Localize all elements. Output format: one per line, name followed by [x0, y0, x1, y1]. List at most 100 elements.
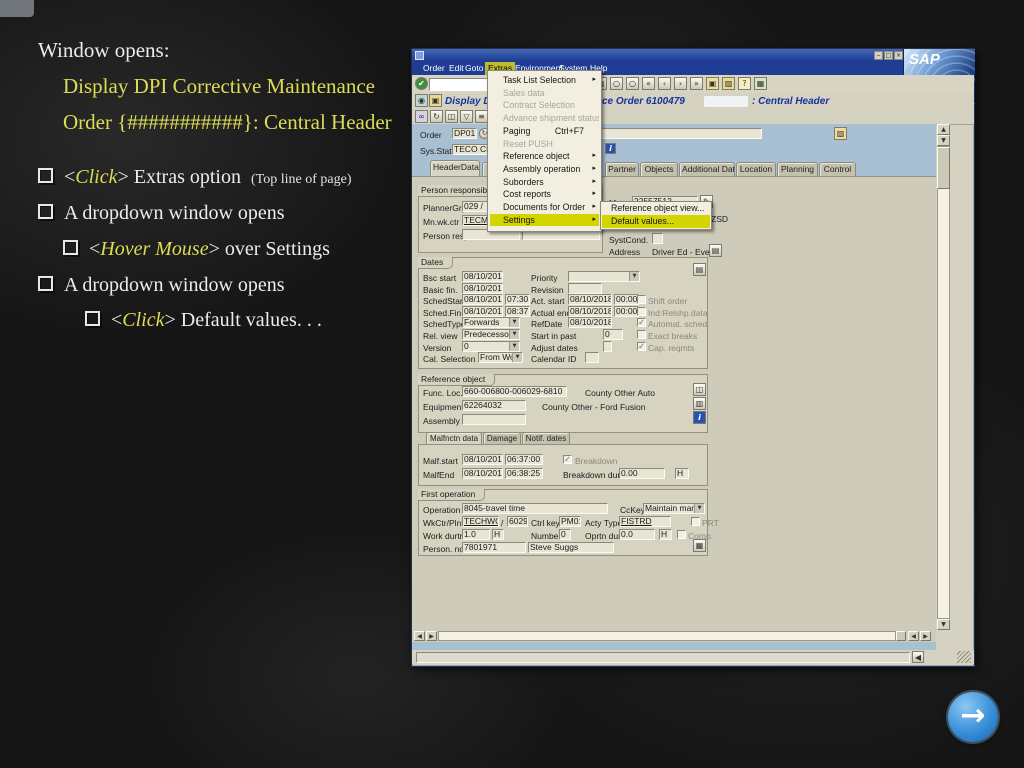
submenu-item-default-values[interactable]: Default values... — [602, 215, 710, 228]
info-icon[interactable]: i — [605, 143, 616, 154]
tab-additional-data[interactable]: Additional Data — [679, 162, 735, 176]
find-next-icon[interactable]: ○ — [626, 77, 639, 90]
combo-arrow-icon[interactable]: ▼ — [509, 318, 519, 327]
dates-field-cal-selection[interactable]: From Wor..▼ — [478, 352, 523, 363]
comp-checkbox[interactable] — [677, 530, 686, 539]
menubar-item-order[interactable]: Order — [420, 62, 448, 75]
dates-mid-time-actual-end[interactable]: 00:00 — [614, 306, 639, 317]
number-field[interactable]: 0 — [559, 529, 571, 540]
tab-objects[interactable]: Objects — [640, 162, 678, 176]
dates-field-sched-fin[interactable]: 08/10/2018 — [462, 306, 503, 317]
order-type-field[interactable]: DP01 — [452, 128, 477, 139]
minimize-icon[interactable]: ‒ — [874, 51, 883, 60]
scroll-up-icon[interactable]: ▲ — [937, 124, 950, 135]
scroll-left-icon[interactable]: ◀ — [414, 631, 425, 641]
object-icon[interactable]: ▣ — [429, 94, 442, 107]
tab-location[interactable]: Location — [736, 162, 776, 176]
dates-field-schedstart[interactable]: 08/10/2018 — [462, 294, 503, 305]
structure-list-icon[interactable]: ◫ — [445, 110, 458, 123]
ref-row-field-func-loc[interactable]: 660-006800-006029-6810 — [462, 386, 567, 397]
find-icon[interactable]: ○ — [610, 77, 623, 90]
malfstart-date-field[interactable]: 08/10/2018 — [462, 454, 503, 465]
info-icon[interactable]: i — [693, 411, 706, 424]
calculator-icon[interactable]: ▦ — [693, 539, 706, 552]
checkbox-shift-order[interactable] — [637, 295, 646, 304]
help-icon[interactable]: ? — [738, 77, 751, 90]
oprtn-unit-field[interactable]: H — [659, 529, 672, 540]
combo-arrow-icon[interactable]: ▼ — [629, 272, 639, 281]
menu-item-documents-for-order[interactable]: Documents for Order▸ — [490, 201, 599, 213]
checkbox-automat-sched[interactable]: ✓ — [637, 318, 646, 327]
menu-item-assembly-operation[interactable]: Assembly operation▸ — [490, 163, 599, 175]
scroll-left-icon[interactable]: ◀ — [908, 631, 919, 641]
menu-item-reference-object[interactable]: Reference object▸ — [490, 150, 599, 162]
combo-arrow-icon[interactable]: ▼ — [509, 330, 519, 339]
breakdown-unit-field[interactable]: H — [675, 468, 689, 479]
scroll-down-icon[interactable]: ▼ — [937, 135, 950, 146]
menu-item-paging[interactable]: PagingCtrl+F7 — [490, 125, 599, 137]
tab-damage[interactable]: Damage — [483, 432, 521, 444]
combo-arrow-icon[interactable]: ▼ — [512, 353, 522, 362]
maximize-icon[interactable]: □ — [884, 51, 893, 60]
operation-field[interactable]: 8045-travel time — [462, 503, 608, 514]
first-page-icon[interactable]: « — [642, 77, 655, 90]
menubar-item-goto[interactable]: Goto — [462, 62, 486, 75]
address-icon[interactable]: ▤ — [709, 244, 722, 257]
submenu-item-reference-object-view[interactable]: Reference object view... — [602, 202, 710, 215]
refresh-order-icon[interactable]: ↻ — [430, 110, 443, 123]
systcond-field[interactable] — [652, 233, 663, 244]
vertical-scrollbar[interactable]: ▲ ▼ ▼ — [937, 124, 950, 630]
cckey-field[interactable]: Maintain manually▼ — [643, 503, 705, 514]
previous-page-icon[interactable]: ‹ — [658, 77, 671, 90]
checkbox-ind-relshp-data[interactable] — [637, 307, 646, 316]
dates-time-schedstart[interactable]: 07:30 — [505, 294, 530, 305]
dates-mid-field-revision[interactable] — [568, 283, 602, 294]
workdurtn-unit-field[interactable]: H — [492, 529, 504, 540]
next-page-icon[interactable]: › — [674, 77, 687, 90]
menu-item-suborders[interactable]: Suborders▸ — [490, 176, 599, 188]
horizontal-scrollbar[interactable]: ◀ ▶ ◀ ▶ — [412, 630, 936, 642]
tab-malfnctn-data[interactable]: Malfnctn data — [426, 432, 482, 444]
combo-arrow-icon[interactable]: ▼ — [694, 504, 704, 513]
structure-icon[interactable]: ◫ — [693, 383, 706, 396]
scroll-down-icon[interactable]: ▼ — [937, 619, 950, 630]
next-slide-button[interactable]: → — [948, 692, 998, 742]
oprtn-field[interactable]: 0.0 — [619, 529, 655, 540]
last-page-icon[interactable]: » — [690, 77, 703, 90]
plant-field[interactable]: 6029 — [507, 516, 528, 527]
dates-field-basic-fin[interactable]: 08/10/2018 — [462, 283, 503, 294]
dates-mid-time-act-start[interactable]: 00:00 — [614, 294, 639, 305]
long-text-icon[interactable]: ▤ — [693, 263, 706, 276]
scroll-right-icon[interactable]: ▶ — [426, 631, 437, 641]
combo-arrow-icon[interactable]: ▼ — [509, 342, 519, 351]
tab-control[interactable]: Control — [819, 162, 856, 176]
filter-icon[interactable]: ▽ — [460, 110, 473, 123]
menu-item-advance-shipment-status[interactable]: Advance shipment status — [490, 112, 599, 124]
menu-item-sales-data[interactable]: Sales data — [490, 87, 599, 99]
tab-headerdata[interactable]: HeaderData — [430, 160, 480, 176]
dates-mid-field-start-in-past[interactable]: 0 — [603, 329, 623, 340]
vertical-scroll-thumb[interactable] — [937, 147, 950, 189]
data-origin-icon[interactable]: ▥ — [693, 397, 706, 410]
horizontal-scroll-thumb[interactable] — [896, 631, 906, 641]
dates-field-rel-view[interactable]: Predecessor▼ — [462, 329, 520, 340]
malfend-date-field[interactable]: 08/10/2018 — [462, 468, 503, 479]
tab-planning[interactable]: Planning — [777, 162, 818, 176]
menu-item-cost-reports[interactable]: Cost reports▸ — [490, 188, 599, 200]
malfstart-time-field[interactable]: 06:37:00 — [505, 454, 543, 465]
ctrlkey-field[interactable]: PM01 — [559, 516, 581, 527]
acty-field[interactable]: FISTRD — [619, 516, 671, 527]
workdurtn-field[interactable]: 1.0 — [462, 529, 490, 540]
dates-mid-field-calendar-id[interactable] — [585, 352, 599, 363]
dates-field-schedtype[interactable]: Forwards▼ — [462, 317, 520, 328]
scroll-right-icon[interactable]: ▶ — [920, 631, 931, 641]
tab-notif-dates[interactable]: Notif. dates — [522, 432, 570, 444]
resize-grip[interactable] — [957, 651, 971, 663]
dates-mid-field-priority[interactable]: ▼ — [568, 271, 640, 282]
display-icon[interactable]: ◉ — [415, 94, 428, 107]
dates-field-bsc-start[interactable]: 08/10/2018 — [462, 271, 503, 282]
prt-checkbox[interactable] — [691, 517, 700, 526]
menu-item-reset-push[interactable]: Reset PUSH — [490, 138, 599, 150]
wkctr-field[interactable]: TECHWORK — [462, 516, 499, 527]
folder-icon[interactable]: ▨ — [834, 127, 847, 140]
